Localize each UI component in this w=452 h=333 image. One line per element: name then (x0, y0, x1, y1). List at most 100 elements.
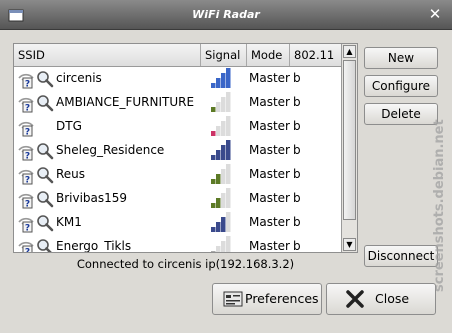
column-ssid[interactable]: SSID (14, 44, 201, 66)
svg-text:?: ? (25, 200, 30, 210)
signal-bar (216, 174, 221, 184)
signal-bar (211, 179, 216, 184)
delete-button[interactable]: Delete (364, 103, 438, 125)
new-button[interactable]: New (364, 47, 438, 69)
network-ssid: Energo_Tikls (56, 239, 132, 253)
network-mode: Master (249, 119, 290, 133)
network-standard: b (293, 191, 301, 205)
network-ssid: DTG (56, 119, 82, 133)
magnifier-icon (37, 167, 54, 184)
signal-bar (221, 217, 226, 232)
network-ssid: Brivibas159 (56, 191, 128, 205)
network-row[interactable]: ? Reus Master b (14, 162, 343, 186)
wifi-security-icon: ? (18, 121, 34, 137)
disconnect-button[interactable]: Disconnect (364, 245, 438, 267)
network-standard: b (293, 119, 301, 133)
signal-bar (211, 131, 216, 136)
signal-bar (226, 212, 231, 232)
network-standard: b (293, 215, 301, 229)
network-ssid: AMBIANCE_FURNITURE (56, 95, 195, 109)
close-button-label: Close (375, 291, 410, 306)
wifi-security-icon: ? (18, 169, 34, 186)
magnifier-icon (37, 239, 52, 252)
network-standard: b (293, 95, 301, 109)
signal-bar (221, 241, 226, 252)
network-standard: b (293, 143, 301, 157)
signal-bar (221, 169, 226, 184)
svg-text:?: ? (25, 152, 30, 162)
preferences-button[interactable]: Preferences (212, 283, 322, 315)
svg-text:?: ? (25, 224, 30, 234)
signal-bar (226, 164, 231, 184)
signal-bar (226, 68, 231, 88)
signal-bar (216, 246, 221, 252)
list-header: SSID Signal Mode 802.11 (14, 44, 343, 67)
magnifier-icon (37, 191, 54, 208)
signal-strength-icon (211, 188, 231, 208)
signal-bar (216, 78, 221, 88)
column-signal[interactable]: Signal (201, 44, 247, 66)
signal-bar (211, 227, 216, 232)
signal-bar (226, 188, 231, 208)
preferences-button-label: Preferences (245, 291, 319, 306)
network-ssid: KM1 (56, 215, 82, 229)
svg-text:?: ? (25, 176, 30, 186)
configure-button[interactable]: Configure (364, 75, 438, 97)
network-mode: Master (249, 191, 290, 205)
network-row[interactable]: ? Sheleg_Residence Master b (14, 138, 343, 162)
new-button-label: New (387, 51, 415, 65)
window-title: WiFi Radar (192, 8, 260, 21)
wifi-security-icon: ? (18, 241, 34, 254)
column-mode[interactable]: Mode (247, 44, 290, 66)
network-row[interactable]: ? Brivibas159 Master b (14, 186, 343, 210)
network-list[interactable]: SSID Signal Mode 802.11 ? circenis Master b… (13, 43, 358, 253)
magnifier-icon (37, 215, 54, 232)
scroll-down-button[interactable]: ▼ (343, 238, 356, 251)
signal-bar (226, 116, 231, 136)
signal-bar (211, 155, 216, 160)
svg-text:?: ? (25, 104, 30, 114)
network-mode: Master (249, 71, 290, 85)
signal-bar (221, 121, 226, 136)
network-mode: Master (249, 239, 290, 253)
configure-button-label: Configure (371, 79, 431, 93)
signal-bar (221, 73, 226, 88)
network-ssid: Reus (56, 167, 86, 181)
magnifier-icon (37, 95, 54, 112)
scroll-up-button[interactable]: ▲ (343, 45, 356, 58)
network-standard: b (293, 71, 301, 85)
signal-bar (216, 102, 221, 112)
signal-strength-icon (211, 92, 231, 112)
network-mode: Master (249, 167, 290, 181)
signal-bar (226, 236, 231, 252)
signal-bar (211, 107, 216, 112)
network-rows: ? circenis Master b? AMBIANCE_FURNITURE Maste… (14, 66, 343, 254)
network-mode: Master (249, 143, 290, 157)
network-row[interactable]: ? circenis Master b (14, 66, 343, 90)
signal-strength-icon (211, 236, 231, 252)
signal-bar (216, 150, 221, 160)
network-row[interactable]: ? DTG Master b (14, 114, 343, 138)
wifi-security-icon: ? (18, 97, 34, 114)
svg-text:?: ? (25, 248, 30, 254)
svg-text:?: ? (25, 80, 30, 90)
signal-strength-icon (211, 68, 231, 88)
network-standard: b (293, 239, 301, 253)
window-close-icon[interactable]: ✕ (427, 6, 443, 22)
network-ssid: Sheleg_Residence (56, 143, 165, 157)
signal-bar (226, 92, 231, 112)
signal-bar (221, 193, 226, 208)
signal-strength-icon (211, 116, 231, 136)
magnifier-icon (37, 71, 54, 88)
network-row[interactable]: ? AMBIANCE_FURNITURE Master b (14, 90, 343, 114)
scroll-thumb[interactable] (343, 60, 356, 220)
list-scrollbar[interactable]: ▲ ▼ (341, 44, 357, 252)
column-standard[interactable]: 802.11 (290, 44, 343, 66)
network-row[interactable]: ? Energo_Tikls Master b (14, 234, 343, 254)
signal-bar (216, 198, 221, 208)
wifi-security-icon: ? (18, 73, 34, 90)
close-button[interactable]: Close (326, 283, 436, 315)
connection-status: Connected to circenis ip(192.168.3.2) (76, 257, 295, 271)
signal-bar (226, 140, 231, 160)
network-row[interactable]: ? KM1 Master b (14, 210, 343, 234)
